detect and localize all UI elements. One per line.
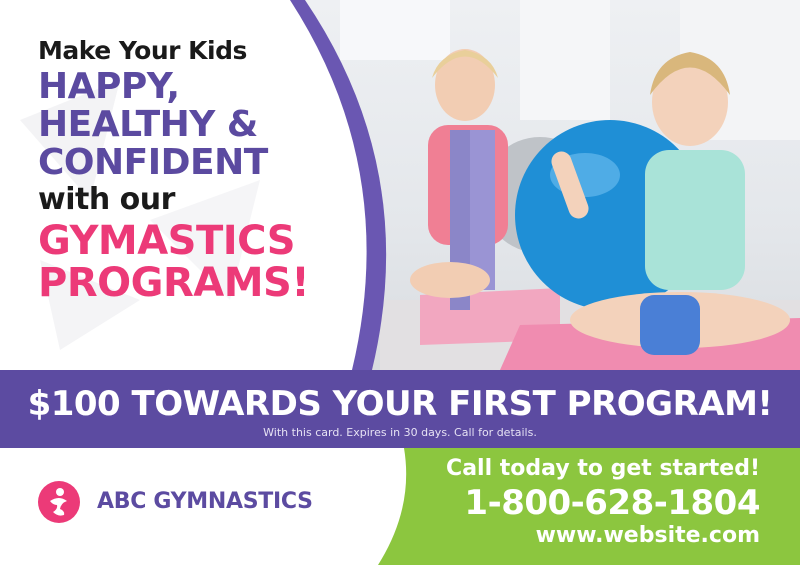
headline-programs: PROGRAMS! [38, 260, 310, 306]
postcard: Make Your Kids HAPPY, HEALTHY & CONFIDEN… [0, 0, 800, 565]
headline-happy: HAPPY, [38, 66, 180, 107]
phone-number[interactable]: 1-800-628-1804 [446, 483, 760, 523]
brand-name: ABC GYMNASTICS [97, 489, 313, 514]
footer-section: ABC GYMNASTICS Call today to get started… [0, 448, 800, 565]
headline-healthy: HEALTHY & [38, 104, 258, 145]
offer-title: $100 TOWARDS YOUR FIRST PROGRAM! [27, 384, 773, 424]
offer-band: $100 TOWARDS YOUR FIRST PROGRAM! With th… [0, 370, 800, 448]
headline-intro: Make Your Kids [38, 36, 247, 65]
headline: Make Your Kids HAPPY, HEALTHY & CONFIDEN… [38, 38, 378, 305]
headline-confident: CONFIDENT [38, 142, 268, 183]
headline-with-our: with our [38, 182, 175, 217]
gymnast-logo-icon [38, 481, 80, 523]
headline-panel: Make Your Kids HAPPY, HEALTHY & CONFIDEN… [0, 0, 800, 370]
call-text: Call today to get started! [446, 456, 760, 481]
website-link[interactable]: www.website.com [446, 523, 760, 548]
contact-block: Call today to get started! 1-800-628-180… [446, 456, 760, 548]
headline-gymastics: GYMASTICS [38, 218, 296, 264]
offer-subtitle: With this card. Expires in 30 days. Call… [263, 426, 537, 439]
